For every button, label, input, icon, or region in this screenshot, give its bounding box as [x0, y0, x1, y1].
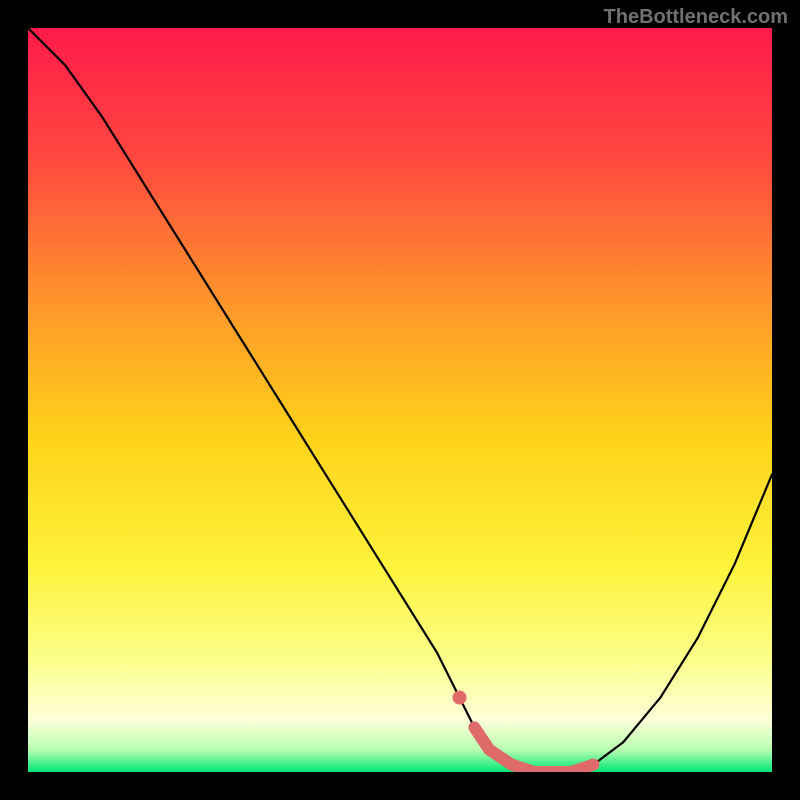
chart-svg: [28, 28, 772, 772]
watermark-text: TheBottleneck.com: [604, 6, 788, 29]
highlight-dot-icon: [453, 691, 467, 705]
plot-area: [28, 28, 772, 772]
chart-container: TheBottleneck.com: [0, 0, 800, 800]
gradient-background: [28, 28, 772, 772]
